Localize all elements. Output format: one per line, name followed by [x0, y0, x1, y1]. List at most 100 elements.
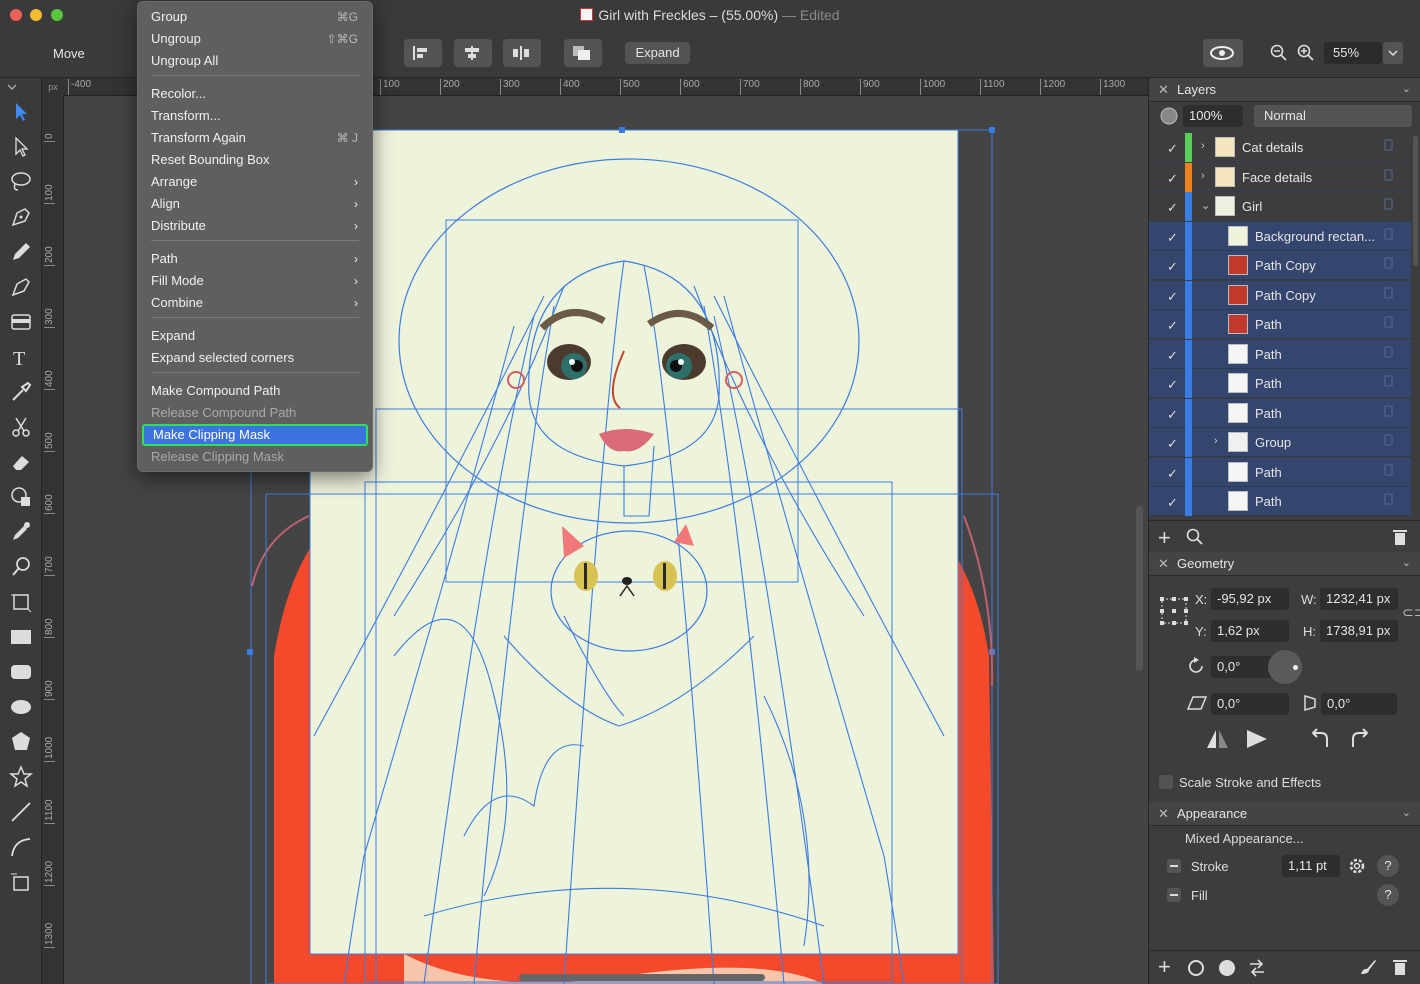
trash-icon[interactable]: [1392, 528, 1408, 546]
zoom-out-icon[interactable]: [1270, 44, 1288, 65]
eyedropper-tool-icon[interactable]: [9, 380, 33, 404]
undo-icon[interactable]: [1309, 727, 1331, 749]
visibility-checkbox[interactable]: ✓: [1167, 200, 1178, 216]
lock-icon[interactable]: [1384, 463, 1393, 476]
scale-stroke-checkbox[interactable]: [1159, 775, 1173, 789]
horizontal-scrollbar[interactable]: [519, 974, 765, 981]
align-center-button[interactable]: [454, 39, 492, 67]
swap-icon[interactable]: [1248, 959, 1266, 977]
lock-icon[interactable]: [1384, 345, 1393, 358]
menu-item-distribute[interactable]: Distribute ›: [142, 215, 368, 237]
rotation-dial[interactable]: [1268, 650, 1302, 684]
fill-tool-icon[interactable]: [9, 310, 33, 334]
lasso-tool-icon[interactable]: [9, 170, 33, 194]
lock-icon[interactable]: [1384, 316, 1393, 328]
menu-item-make-compound-path[interactable]: Make Compound Path: [142, 380, 368, 402]
layer-row[interactable]: ✓ Path: [1149, 369, 1411, 398]
rectangle-tool-icon[interactable]: [9, 625, 33, 649]
fill-help-button[interactable]: ?: [1377, 884, 1399, 906]
disclosure-chevron-icon[interactable]: ›: [1201, 140, 1205, 152]
disclosure-chevron-icon[interactable]: ⌄: [1201, 199, 1210, 212]
layers-scrollbar[interactable]: [1413, 136, 1418, 266]
gear-icon[interactable]: [1347, 856, 1367, 876]
visibility-checkbox[interactable]: ✓: [1167, 289, 1178, 305]
layer-row[interactable]: ✓ Background rectan...: [1149, 221, 1411, 251]
menu-item-fill-mode[interactable]: Fill Mode ›: [142, 270, 368, 292]
visibility-checkbox[interactable]: ✓: [1167, 318, 1178, 334]
add-layer-icon[interactable]: +: [1158, 525, 1171, 551]
fill-circle-icon[interactable]: [1218, 959, 1236, 977]
artboard-tool-icon[interactable]: [9, 870, 33, 894]
vertical-scrollbar[interactable]: [1136, 506, 1143, 671]
eraser-tool-icon[interactable]: [9, 450, 33, 474]
zoom-in-icon[interactable]: [1297, 44, 1315, 65]
visibility-checkbox[interactable]: ✓: [1167, 407, 1178, 423]
menu-item-combine[interactable]: Combine ›: [142, 292, 368, 314]
vector-brush-icon[interactable]: [9, 275, 33, 299]
crop-tool-icon[interactable]: [9, 590, 33, 614]
stroke-remove-button[interactable]: [1167, 859, 1181, 873]
shear-field[interactable]: 0,0°: [1211, 693, 1289, 715]
layer-row[interactable]: ✓ › Cat details: [1149, 133, 1411, 162]
zoom-value[interactable]: 55%: [1324, 42, 1382, 64]
stroke-help-button[interactable]: ?: [1377, 855, 1399, 877]
layer-row[interactable]: ✓ Path: [1149, 398, 1411, 428]
layer-row[interactable]: ✓ Path: [1149, 310, 1411, 339]
anchor-point-icon[interactable]: [1159, 596, 1189, 626]
y-field[interactable]: 1,62 px: [1211, 620, 1289, 642]
link-proportions-icon[interactable]: ⊂⊃: [1402, 604, 1420, 621]
color-picker-icon[interactable]: [9, 520, 33, 544]
ruler-unit[interactable]: px: [42, 78, 64, 96]
visibility-checkbox[interactable]: ✓: [1167, 377, 1178, 393]
star-tool-icon[interactable]: [8, 765, 34, 789]
ellipse-tool-icon[interactable]: [9, 695, 33, 719]
expand-button[interactable]: Expand: [625, 42, 690, 64]
menu-item-transform-again[interactable]: Transform Again ⌘ J: [142, 127, 368, 149]
menu-item-align[interactable]: Align ›: [142, 193, 368, 215]
visibility-checkbox[interactable]: ✓: [1167, 436, 1178, 452]
close-icon[interactable]: ✕: [1158, 552, 1169, 575]
arrange-button[interactable]: [564, 39, 602, 67]
layer-row[interactable]: ✓ ⌄ Girl: [1149, 192, 1411, 221]
pencil-tool-icon[interactable]: [9, 240, 33, 264]
menu-item-expand-selected-corners[interactable]: Expand selected corners: [142, 347, 368, 369]
lock-icon[interactable]: [1384, 404, 1393, 417]
visibility-checkbox[interactable]: ✓: [1167, 259, 1178, 275]
lock-icon[interactable]: [1384, 139, 1393, 151]
chevron-down-icon[interactable]: ⌄: [1402, 552, 1411, 575]
visibility-checkbox[interactable]: ✓: [1167, 141, 1178, 157]
stroke-circle-icon[interactable]: [1187, 959, 1205, 977]
menu-item-transform[interactable]: Transform...: [142, 105, 368, 127]
menu-item-make-clipping-mask[interactable]: Make Clipping Mask: [142, 424, 368, 446]
lock-icon[interactable]: [1384, 286, 1393, 299]
menu-item-group[interactable]: Group ⌘G: [142, 6, 368, 28]
x-field[interactable]: -95,92 px: [1211, 588, 1289, 610]
layer-row[interactable]: ✓ Path: [1149, 457, 1411, 487]
lock-icon[interactable]: [1384, 257, 1393, 269]
shape-builder-icon[interactable]: [9, 485, 33, 509]
layer-row[interactable]: ✓ Path Copy: [1149, 251, 1411, 280]
menu-item-path[interactable]: Path ›: [142, 248, 368, 270]
layer-row[interactable]: ✓ › Face details: [1149, 162, 1411, 192]
disclosure-chevron-icon[interactable]: ›: [1201, 170, 1205, 182]
search-tool-icon[interactable]: [9, 555, 33, 579]
close-icon[interactable]: ✕: [1158, 802, 1169, 825]
line-tool-icon[interactable]: [9, 800, 33, 824]
lock-icon[interactable]: [1384, 493, 1393, 505]
width-field[interactable]: 1232,41 px: [1320, 588, 1398, 610]
brush-icon[interactable]: [1359, 958, 1377, 976]
text-tool-icon[interactable]: T: [9, 345, 33, 370]
lock-icon[interactable]: [1384, 434, 1393, 446]
layer-row[interactable]: ✓ Path Copy: [1149, 280, 1411, 310]
visibility-checkbox[interactable]: ✓: [1167, 495, 1178, 511]
eye-view-button[interactable]: [1203, 39, 1243, 67]
opacity-field[interactable]: 100%: [1183, 105, 1243, 127]
stroke-width-field[interactable]: 1,11 pt: [1282, 855, 1340, 877]
menu-item-ungroup[interactable]: Ungroup ⇧⌘G: [142, 28, 368, 50]
menu-item-expand[interactable]: Expand: [142, 325, 368, 347]
selection-tool-icon[interactable]: [9, 100, 33, 124]
chevron-down-icon[interactable]: ⌄: [1402, 802, 1411, 825]
flip-vertical-icon[interactable]: [1245, 728, 1269, 750]
layer-row[interactable]: ✓ › Group: [1149, 428, 1411, 457]
align-left-button[interactable]: [404, 39, 442, 67]
